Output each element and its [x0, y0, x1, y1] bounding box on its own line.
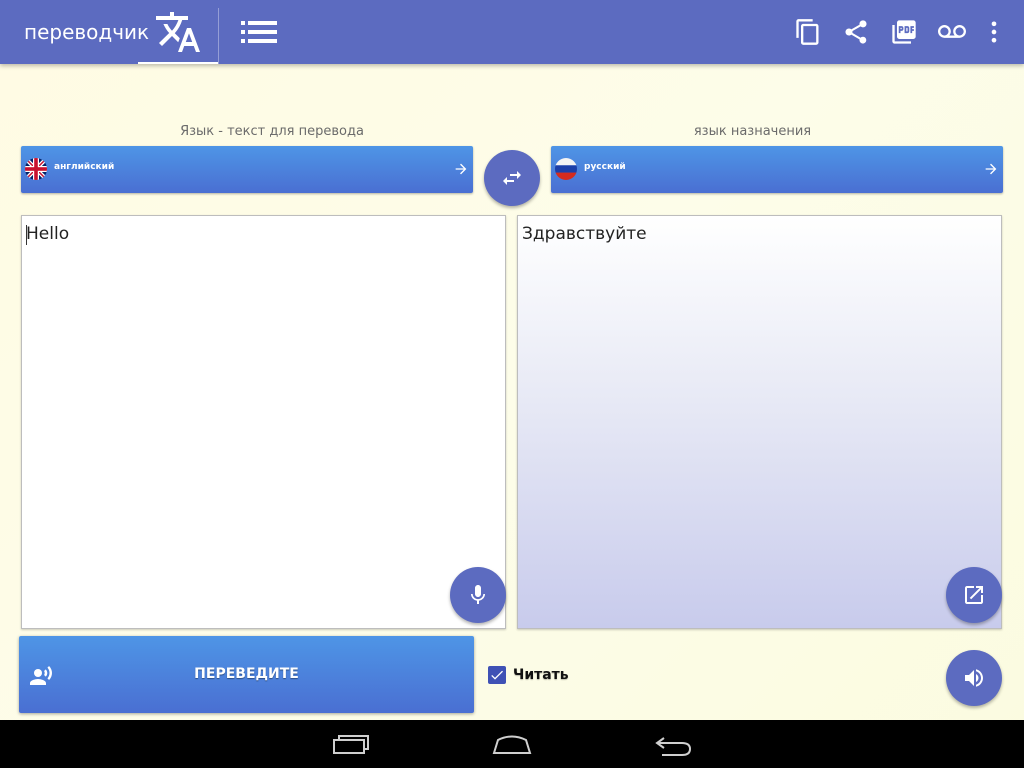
arrow-forward-icon	[455, 163, 467, 175]
share-button[interactable]	[842, 18, 870, 46]
open-external-button[interactable]	[946, 567, 1002, 623]
translated-text: Здравствуйте	[522, 224, 647, 244]
check-icon	[491, 670, 503, 680]
tab-divider	[218, 8, 219, 64]
list-icon	[241, 21, 277, 43]
recent-apps-button[interactable]	[331, 730, 371, 758]
uk-flag-icon	[25, 158, 47, 180]
russia-flag-icon	[555, 158, 577, 180]
system-nav-bar	[0, 720, 1024, 768]
back-icon	[655, 737, 692, 756]
translate-button[interactable]: ПЕРЕВЕДИТЕ	[19, 636, 474, 713]
source-language-button[interactable]: английский	[21, 146, 473, 193]
translate-icon	[156, 12, 200, 52]
open-in-new-icon	[965, 586, 983, 604]
copy-button[interactable]	[794, 18, 822, 46]
target-language-button[interactable]: русский	[551, 146, 1003, 193]
read-aloud-label: Читать	[513, 667, 569, 683]
read-aloud-checkbox[interactable]	[488, 666, 506, 684]
more-options-button[interactable]	[980, 18, 1008, 46]
swap-horiz-icon	[503, 171, 521, 185]
speak-button[interactable]	[946, 650, 1002, 706]
swap-languages-button[interactable]	[484, 150, 540, 206]
mic-icon	[471, 585, 485, 604]
app-bar: переводчик	[0, 0, 1024, 64]
tab-history-list[interactable]	[236, 14, 284, 50]
translated-text-output: Здравствуйте	[517, 215, 1002, 629]
source-language-name: английский	[54, 162, 115, 172]
tab-translate[interactable]	[138, 0, 218, 64]
target-language-name: русский	[584, 162, 626, 172]
home-icon	[492, 735, 532, 754]
translate-button-label: ПЕРЕВЕДИТЕ	[194, 666, 299, 682]
recent-apps-icon	[333, 735, 369, 754]
source-text-input[interactable]: Hello	[21, 215, 506, 629]
target-language-caption: язык назначения	[693, 124, 812, 139]
pdf-icon	[892, 20, 916, 44]
voicemail-button[interactable]	[938, 18, 966, 46]
share-icon	[845, 20, 867, 44]
source-text: Hello	[26, 224, 70, 244]
arrow-forward-icon	[985, 163, 997, 175]
more-vert-icon	[991, 21, 997, 43]
back-button[interactable]	[654, 730, 694, 758]
copy-icon	[796, 19, 819, 45]
app-title: переводчик	[24, 20, 150, 44]
volume-up-icon	[965, 669, 983, 687]
microphone-button[interactable]	[450, 567, 506, 623]
home-button[interactable]	[492, 730, 532, 758]
pdf-button[interactable]	[890, 18, 918, 46]
source-language-caption: Язык - текст для перевода	[180, 124, 364, 139]
voicemail-icon	[938, 25, 966, 38]
